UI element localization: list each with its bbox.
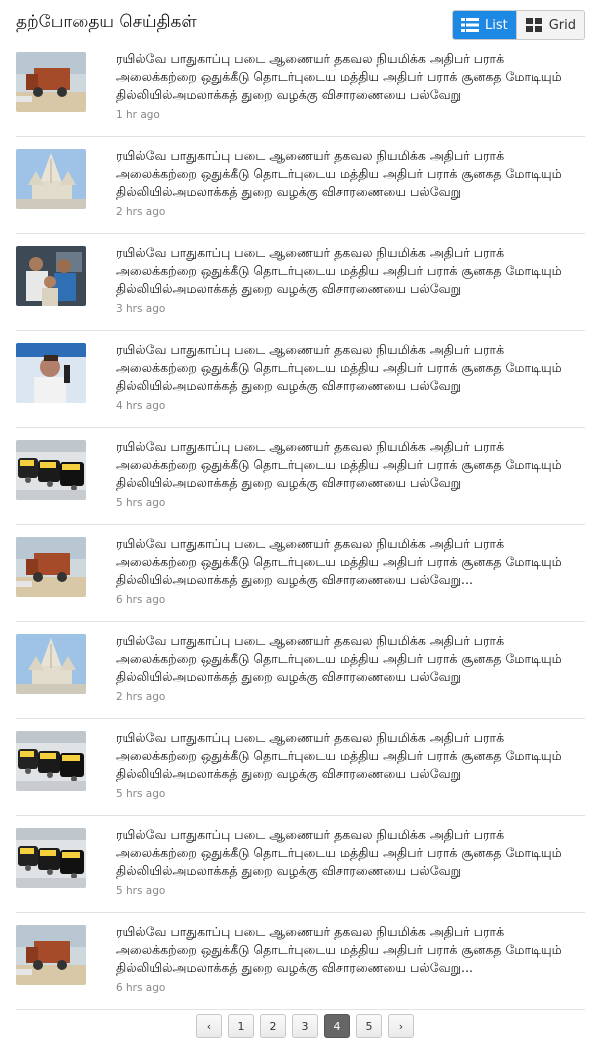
- news-headline[interactable]: ரயில்வே பாதுகாப்பு படை ஆணையர் தகவல நியமி…: [116, 923, 581, 977]
- news-headline[interactable]: ரயில்வே பாதுகாப்பு படை ஆணையர் தகவல நியமி…: [116, 244, 581, 298]
- news-timestamp: 2 hrs ago: [116, 691, 166, 703]
- news-item[interactable]: ரயில்வே பாதுகாப்பு படை ஆணையர் தகவல நியமி…: [16, 234, 585, 331]
- news-thumbnail[interactable]: [16, 440, 86, 500]
- news-timestamp: 5 hrs ago: [116, 885, 166, 897]
- grid-view-button[interactable]: Grid: [515, 11, 584, 39]
- news-headline[interactable]: ரயில்வே பாதுகாப்பு படை ஆணையர் தகவல நியமி…: [116, 147, 581, 201]
- news-headline[interactable]: ரயில்வே பாதுகாப்பு படை ஆணையர் தகவல நியமி…: [116, 438, 581, 492]
- page-button-4[interactable]: 4: [324, 1014, 350, 1038]
- news-thumbnail[interactable]: [16, 537, 86, 597]
- news-thumbnail[interactable]: [16, 634, 86, 694]
- prev-page-button[interactable]: ‹: [196, 1014, 222, 1038]
- grid-icon: [525, 18, 542, 32]
- news-thumbnail[interactable]: [16, 925, 86, 985]
- news-thumbnail[interactable]: [16, 149, 86, 209]
- news-timestamp: 1 hr ago: [116, 109, 160, 121]
- news-headline[interactable]: ரயில்வே பாதுகாப்பு படை ஆணையர் தகவல நியமி…: [116, 729, 581, 783]
- news-timestamp: 6 hrs ago: [116, 982, 166, 994]
- news-item[interactable]: ரயில்வே பாதுகாப்பு படை ஆணையர் தகவல நியமி…: [16, 719, 585, 816]
- news-item[interactable]: ரயில்வே பாதுகாப்பு படை ஆணையர் தகவல நியமி…: [16, 525, 585, 622]
- list-icon: [460, 18, 479, 32]
- news-headline[interactable]: ரயில்வே பாதுகாப்பு படை ஆணையர் தகவல நியமி…: [116, 632, 581, 686]
- news-timestamp: 3 hrs ago: [116, 303, 166, 315]
- news-item[interactable]: ரயில்வே பாதுகாப்பு படை ஆணையர் தகவல நியமி…: [16, 40, 585, 137]
- news-headline[interactable]: ரயில்வே பாதுகாப்பு படை ஆணையர் தகவல நியமி…: [116, 535, 581, 589]
- news-headline[interactable]: ரயில்வே பாதுகாப்பு படை ஆணையர் தகவல நியமி…: [116, 341, 581, 395]
- news-timestamp: 2 hrs ago: [116, 206, 166, 218]
- page-title: தற்போதைய செய்திகள்: [16, 12, 197, 32]
- page-button-2[interactable]: 2: [260, 1014, 286, 1038]
- page-button-3[interactable]: 3: [292, 1014, 318, 1038]
- next-page-button[interactable]: ›: [388, 1014, 414, 1038]
- news-thumbnail[interactable]: [16, 828, 86, 888]
- news-thumbnail[interactable]: [16, 246, 86, 306]
- page-button-5[interactable]: 5: [356, 1014, 382, 1038]
- news-item[interactable]: ரயில்வே பாதுகாப்பு படை ஆணையர் தகவல நியமி…: [16, 331, 585, 428]
- news-timestamp: 6 hrs ago: [116, 594, 166, 606]
- news-item[interactable]: ரயில்வே பாதுகாப்பு படை ஆணையர் தகவல நியமி…: [16, 428, 585, 525]
- list-view-label: List: [484, 17, 508, 33]
- pagination: ‹ 1 2 3 4 5 ›: [196, 1014, 414, 1038]
- news-item[interactable]: ரயில்வே பாதுகாப்பு படை ஆணையர் தகவல நியமி…: [16, 816, 585, 913]
- news-timestamp: 4 hrs ago: [116, 400, 166, 412]
- news-headline[interactable]: ரயில்வே பாதுகாப்பு படை ஆணையர் தகவல நியமி…: [116, 826, 581, 880]
- news-timestamp: 5 hrs ago: [116, 497, 166, 509]
- grid-view-label: Grid: [548, 17, 576, 33]
- list-view-button[interactable]: List: [452, 11, 516, 39]
- news-item[interactable]: ரயில்வே பாதுகாப்பு படை ஆணையர் தகவல நியமி…: [16, 622, 585, 719]
- news-thumbnail[interactable]: [16, 52, 86, 112]
- news-thumbnail[interactable]: [16, 731, 86, 791]
- news-item[interactable]: ரயில்வே பாதுகாப்பு படை ஆணையர் தகவல நியமி…: [16, 913, 585, 1010]
- news-list: ரயில்வே பாதுகாப்பு படை ஆணையர் தகவல நியமி…: [16, 40, 585, 1010]
- news-headline[interactable]: ரயில்வே பாதுகாப்பு படை ஆணையர் தகவல நியமி…: [116, 50, 581, 104]
- news-thumbnail[interactable]: [16, 343, 86, 403]
- news-item[interactable]: ரயில்வே பாதுகாப்பு படை ஆணையர் தகவல நியமி…: [16, 137, 585, 234]
- page-button-1[interactable]: 1: [228, 1014, 254, 1038]
- news-timestamp: 5 hrs ago: [116, 788, 166, 800]
- view-toggle: List Grid: [451, 10, 585, 40]
